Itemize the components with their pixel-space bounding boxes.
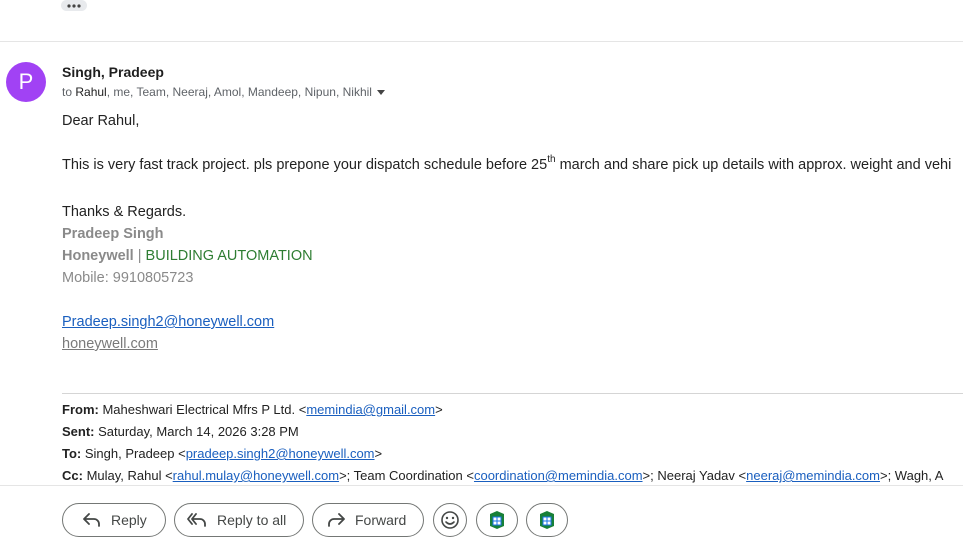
reply-all-button[interactable]: Reply to all	[174, 503, 304, 537]
recipients-rest: , me, Team, Neeraj, Amol, Mandeep, Nipun…	[106, 85, 372, 99]
closing: Thanks & Regards.	[62, 204, 187, 220]
quoted-from: From: Maheshwari Electrical Mfrs P Ltd. …	[62, 402, 443, 417]
sheets-addon-button-2[interactable]	[526, 503, 568, 537]
recipient-first: Rahul	[75, 85, 107, 99]
avatar[interactable]: P	[6, 62, 46, 102]
actions-divider	[0, 485, 963, 486]
avatar-letter: P	[18, 69, 34, 94]
forward-label: Forward	[355, 512, 407, 528]
signature-mobile: Mobile: 9910805723	[62, 270, 194, 286]
recipients-prefix: to	[62, 85, 73, 99]
reply-all-icon	[187, 513, 206, 527]
reply-label: Reply	[111, 512, 147, 528]
recipients-line[interactable]: to Rahul, me, Team, Neeraj, Amol, Mandee…	[62, 85, 385, 99]
signature-company: Honeywell | BUILDING AUTOMATION	[62, 248, 313, 264]
cc-email-link-1[interactable]: rahul.mulay@honeywell.com	[173, 468, 339, 483]
more-horiz-icon	[67, 3, 81, 8]
emoji-icon	[441, 511, 459, 529]
ordinal-suffix: th	[547, 154, 556, 165]
signature-website-link[interactable]: honeywell.com	[62, 336, 158, 352]
sheets-icon	[540, 511, 554, 529]
to-email-link[interactable]: pradeep.singh2@honeywell.com	[186, 446, 375, 461]
from-email-link[interactable]: memindia@gmail.com	[306, 402, 435, 417]
quoted-cc: Cc: Mulay, Rahul <rahul.mulay@honeywell.…	[62, 468, 944, 483]
quoted-sent: Sent: Saturday, March 14, 2026 3:28 PM	[62, 424, 299, 439]
reply-all-label: Reply to all	[217, 512, 287, 528]
show-details-caret-icon[interactable]	[376, 89, 385, 95]
quoted-to: To: Singh, Pradeep <pradeep.singh2@honey…	[62, 446, 383, 461]
sheets-addon-button[interactable]	[476, 503, 518, 537]
sender-name[interactable]: Singh, Pradeep	[62, 64, 164, 80]
cc-email-link-3[interactable]: neeraj@memindia.com	[746, 468, 880, 483]
forward-icon	[328, 513, 345, 527]
greeting: Dear Rahul,	[62, 113, 140, 129]
signature-name: Pradeep Singh	[62, 226, 164, 242]
message-divider	[0, 41, 963, 42]
emoji-reaction-button[interactable]	[433, 503, 467, 537]
sheets-icon	[490, 511, 504, 529]
reply-button[interactable]: Reply	[62, 503, 166, 537]
show-trimmed-content-button[interactable]	[61, 0, 87, 11]
forward-button[interactable]: Forward	[312, 503, 424, 537]
signature-email-link[interactable]: Pradeep.singh2@honeywell.com	[62, 314, 274, 330]
reply-icon	[83, 513, 100, 527]
message-text: This is very fast track project. pls pre…	[62, 154, 952, 174]
cc-email-link-2[interactable]: coordination@memindia.com	[474, 468, 643, 483]
quoted-divider	[62, 393, 963, 394]
